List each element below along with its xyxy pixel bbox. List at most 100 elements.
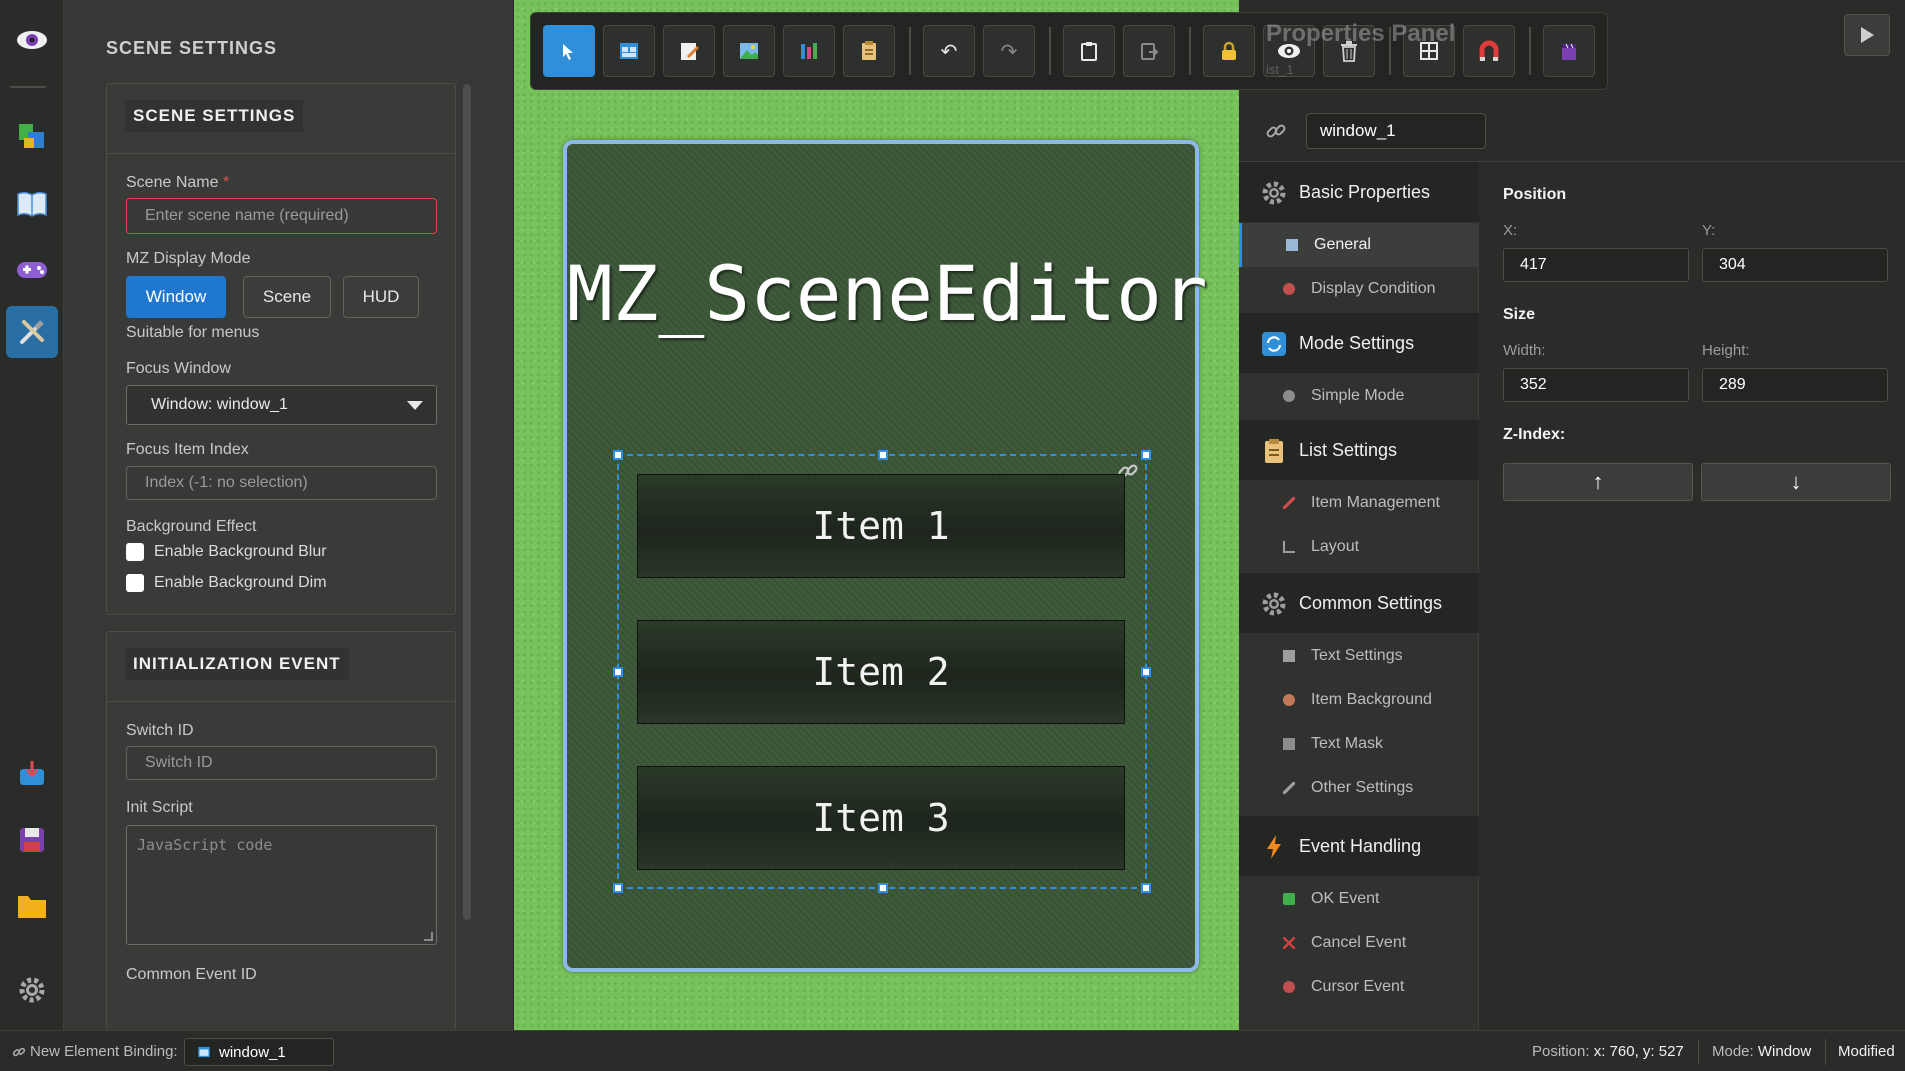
game-title-text[interactable]: MZ_SceneEditor xyxy=(567,249,1208,338)
nav-item-background[interactable]: Item Background xyxy=(1239,678,1479,722)
init-script-textarea[interactable]: JavaScript code xyxy=(126,825,437,945)
mode-window-button[interactable]: Window xyxy=(126,276,226,318)
nav-cursor-event[interactable]: Cursor Event xyxy=(1239,965,1479,1009)
lock-button[interactable] xyxy=(1203,25,1255,77)
book-icon[interactable] xyxy=(6,178,58,230)
dim-row[interactable]: Enable Background Dim xyxy=(126,574,327,592)
cursor-arrow-icon xyxy=(563,44,573,60)
blur-row[interactable]: Enable Background Blur xyxy=(126,543,327,561)
game-window[interactable]: MZ_SceneEditor Item 1 Item 2 Item 3 xyxy=(563,140,1208,972)
folder-icon[interactable] xyxy=(6,880,58,932)
undo-button[interactable]: ↶ xyxy=(923,25,975,77)
paste-button[interactable] xyxy=(1123,25,1175,77)
scene-name-input[interactable]: Enter scene name (required) xyxy=(126,198,437,234)
magnet-icon xyxy=(1479,40,1499,61)
nav-event-handling[interactable]: Event Handling xyxy=(1239,816,1479,876)
nav-item-management[interactable]: Item Management xyxy=(1239,481,1479,525)
save-icon[interactable] xyxy=(6,814,58,866)
resize-handle-w[interactable] xyxy=(613,667,623,677)
x-label: X: xyxy=(1503,222,1518,239)
y-input[interactable]: 304 xyxy=(1702,248,1888,282)
x-input[interactable]: 417 xyxy=(1503,248,1689,282)
nav-basic-properties[interactable]: Basic Properties xyxy=(1239,162,1479,222)
scrollbar-thumb[interactable] xyxy=(463,84,471,920)
pencil-icon xyxy=(1283,497,1295,509)
export-button[interactable] xyxy=(1543,25,1595,77)
window-tool-button[interactable] xyxy=(603,25,655,77)
mode-status: Mode: Window xyxy=(1712,1043,1812,1060)
blur-label: Enable Background Blur xyxy=(154,543,327,560)
binding-row: window_1 xyxy=(1239,100,1905,162)
switch-id-input[interactable]: Switch ID xyxy=(126,746,437,780)
gear-icon xyxy=(1283,390,1295,402)
import-icon[interactable] xyxy=(6,748,58,800)
focus-window-label: Focus Window xyxy=(126,360,231,377)
list-item[interactable]: Item 2 xyxy=(637,620,1125,724)
nav-simple-mode[interactable]: Simple Mode xyxy=(1239,374,1479,418)
binding-input[interactable]: window_1 xyxy=(1306,113,1486,149)
nav-mode-settings[interactable]: Mode Settings xyxy=(1239,313,1479,373)
nav-other-settings[interactable]: Other Settings xyxy=(1239,766,1479,810)
blur-checkbox[interactable] xyxy=(126,543,144,561)
cross-icon xyxy=(1283,937,1295,949)
nav-display-condition[interactable]: Display Condition xyxy=(1239,267,1479,311)
image-tool-button[interactable] xyxy=(723,25,775,77)
resize-handle-nw[interactable] xyxy=(613,450,623,460)
wrench-icon xyxy=(1283,782,1295,794)
list-item[interactable]: Item 1 xyxy=(637,474,1125,578)
z-up-button[interactable]: ↑ xyxy=(1503,463,1693,501)
palette-icon xyxy=(1283,694,1295,706)
nav-common-settings[interactable]: Common Settings xyxy=(1239,573,1479,633)
height-label: Height: xyxy=(1702,342,1750,359)
focus-item-input[interactable]: Index (-1: no selection) xyxy=(126,466,437,500)
window-icon xyxy=(620,43,638,59)
item-list-selection[interactable]: Item 1 Item 2 Item 3 xyxy=(613,450,1151,893)
snap-button[interactable] xyxy=(1463,25,1515,77)
resize-handle-n[interactable] xyxy=(878,450,888,460)
gamepad-icon[interactable] xyxy=(6,244,58,296)
z-down-button[interactable]: ↓ xyxy=(1701,463,1891,501)
select-tool-button[interactable] xyxy=(543,25,595,77)
list-item[interactable]: Item 3 xyxy=(637,766,1125,870)
scene-canvas[interactable]: MZ_SceneEditor Item 1 Item 2 Item 3 xyxy=(514,0,1239,1030)
resize-handle-ne[interactable] xyxy=(1141,450,1151,460)
nav-cancel-event[interactable]: Cancel Event xyxy=(1239,921,1479,965)
mode-hud-button[interactable]: HUD xyxy=(343,276,419,318)
nav-text-mask[interactable]: Text Mask xyxy=(1239,722,1479,766)
resize-handle-sw[interactable] xyxy=(613,883,623,893)
panel-scrollbar[interactable] xyxy=(463,84,471,920)
preview-eye-icon[interactable] xyxy=(6,14,58,66)
resize-handle-icon[interactable] xyxy=(424,932,433,941)
elements-icon[interactable] xyxy=(6,110,58,162)
document-icon xyxy=(1283,650,1295,662)
settings-gear-icon[interactable] xyxy=(6,964,58,1016)
nav-text-settings[interactable]: Text Settings xyxy=(1239,634,1479,678)
text-tool-button[interactable] xyxy=(663,25,715,77)
nav-general[interactable]: General xyxy=(1239,223,1479,267)
paste-icon xyxy=(1141,43,1159,60)
resize-handle-e[interactable] xyxy=(1141,667,1151,677)
mode-scene-button[interactable]: Scene xyxy=(243,276,331,318)
width-input[interactable]: 352 xyxy=(1503,368,1689,402)
copy-button[interactable] xyxy=(1063,25,1115,77)
binding-status-window[interactable]: window_1 xyxy=(184,1038,334,1066)
list-tool-button[interactable] xyxy=(783,25,835,77)
play-button[interactable] xyxy=(1844,14,1890,56)
scene-name-label: Scene Name * xyxy=(126,174,230,191)
redo-button[interactable]: ↷ xyxy=(983,25,1035,77)
nav-label: Event Handling xyxy=(1299,835,1422,856)
tools-icon[interactable] xyxy=(6,306,58,358)
nav-list-settings[interactable]: List Settings xyxy=(1239,420,1479,480)
focus-window-select[interactable]: Window: window_1 xyxy=(126,385,437,425)
resize-handle-se[interactable] xyxy=(1141,883,1151,893)
dim-checkbox[interactable] xyxy=(126,574,144,592)
nav-ok-event[interactable]: OK Event xyxy=(1239,877,1479,921)
scene-settings-card: SCENE SETTINGS Scene Name * Enter scene … xyxy=(106,83,456,615)
height-input[interactable]: 289 xyxy=(1702,368,1888,402)
template-tool-button[interactable] xyxy=(843,25,895,77)
nav-layout[interactable]: Layout xyxy=(1239,525,1479,569)
undo-icon: ↶ xyxy=(940,40,958,63)
target-icon xyxy=(1283,981,1295,993)
resize-handle-s[interactable] xyxy=(878,883,888,893)
modified-status: Modified xyxy=(1838,1043,1895,1060)
